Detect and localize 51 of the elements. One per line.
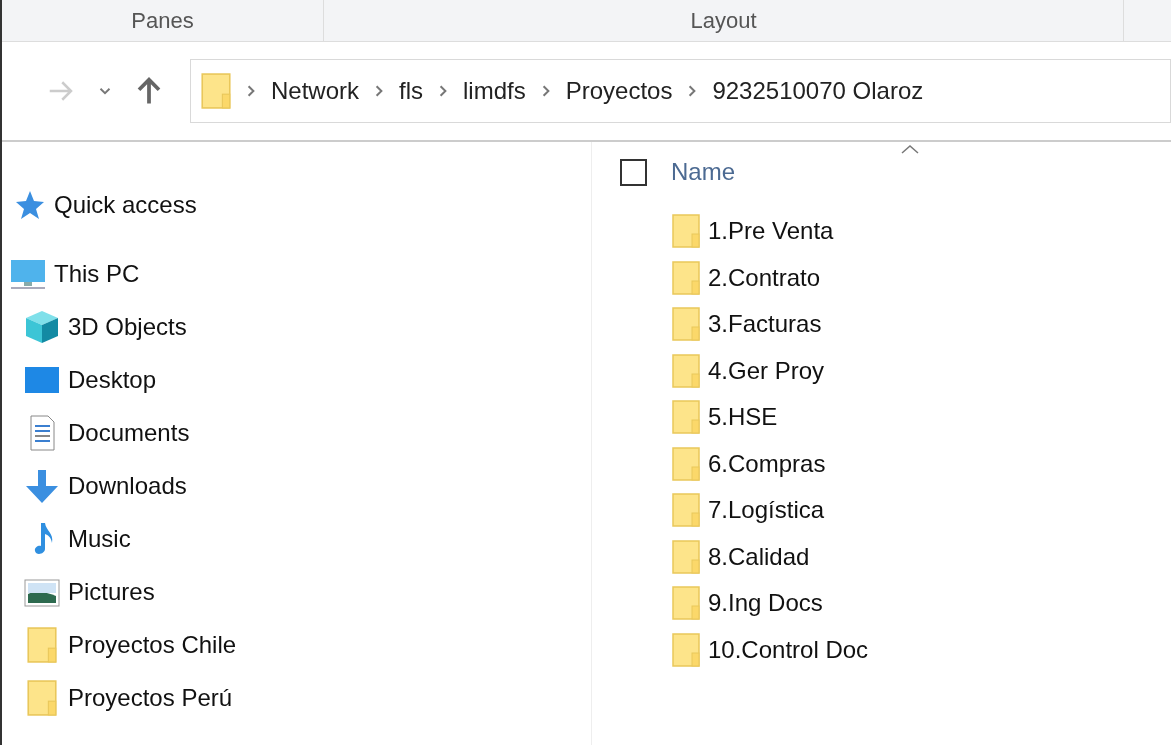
folder-icon	[672, 353, 700, 388]
folder-icon	[672, 400, 700, 435]
sidebar-item[interactable]: 3D Objects	[2, 300, 591, 353]
folder-row[interactable]: 10.Control Doc	[672, 626, 1171, 673]
column-header[interactable]: Name	[671, 154, 736, 190]
folder-icon	[672, 632, 700, 667]
folder-icon	[672, 493, 700, 528]
ribbon-group-label: Panes	[131, 7, 194, 35]
folder-icon	[672, 446, 700, 481]
breadcrumb[interactable]: 9232510070 Olaroz	[712, 73, 924, 109]
folder-row[interactable]: 3.Facturas	[672, 301, 1171, 348]
folder-icon	[672, 260, 700, 295]
sidebar-item[interactable]: Pictures	[2, 565, 591, 618]
down-arrow-icon	[24, 467, 60, 504]
folder-row[interactable]: 6.Compras	[672, 440, 1171, 487]
folder-row[interactable]: 5.HSE	[672, 394, 1171, 441]
sidebar-item[interactable]: Quick access	[2, 178, 591, 231]
breadcrumb[interactable]: fls	[399, 73, 424, 109]
address-field[interactable]: Network fls limdfs Proyectos 9232510070 Olaroz	[190, 59, 1171, 123]
folder-icon	[24, 679, 60, 716]
sidebar-item[interactable]: Downloads	[2, 459, 591, 512]
sidebar-item[interactable]: Proyectos Perú	[2, 671, 591, 724]
folder-icon	[201, 73, 231, 109]
folder-icon	[672, 586, 700, 621]
chevron-right-icon	[541, 84, 550, 98]
sidebar-item[interactable]: Documents	[2, 406, 591, 459]
folder-row[interactable]: 8.Calidad	[672, 533, 1171, 580]
sidebar-item[interactable]: This PC	[2, 247, 591, 300]
folder-icon	[672, 214, 700, 249]
folder-row[interactable]: 9.Ing Docs	[672, 580, 1171, 627]
folder-row[interactable]: 1.Pre Venta	[672, 208, 1171, 255]
chevron-right-icon	[439, 84, 448, 98]
folder-icon	[24, 626, 60, 663]
sidebar-item[interactable]: Proyectos Chile	[2, 618, 591, 671]
chevron-right-icon	[375, 84, 384, 98]
folder-row[interactable]: 2.Contrato	[672, 254, 1171, 301]
breadcrumb[interactable]: limdfs	[463, 73, 526, 109]
folder-icon	[672, 539, 700, 574]
folder-row[interactable]: 4.Ger Proy	[672, 347, 1171, 394]
chevron-right-icon	[247, 84, 255, 98]
select-all-checkbox[interactable]	[620, 158, 647, 186]
sort-caret-icon[interactable]	[900, 144, 920, 154]
cube-icon	[24, 308, 60, 345]
folder-row[interactable]: 7.Logística	[672, 487, 1171, 534]
sidebar-item[interactable]: Music	[2, 512, 591, 565]
ribbon-group-label: Layout	[690, 7, 757, 35]
breadcrumb[interactable]: Proyectos	[565, 73, 673, 109]
breadcrumb[interactable]: Network	[271, 73, 360, 109]
chevron-right-icon	[688, 84, 697, 98]
folder-icon	[672, 307, 700, 342]
sidebar-item[interactable]: Desktop	[2, 353, 591, 406]
